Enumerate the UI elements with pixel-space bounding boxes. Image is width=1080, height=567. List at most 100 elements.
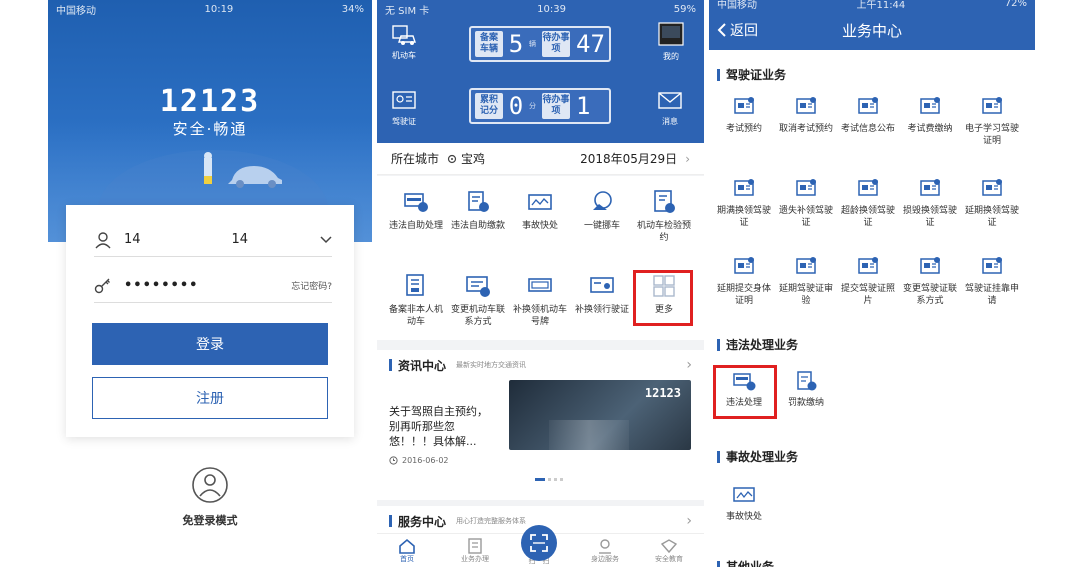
category-other: 其他业务	[717, 558, 774, 567]
fine-payment-icon	[794, 370, 818, 392]
license-item[interactable]: 延期提交身体证明	[713, 256, 775, 307]
violation-item-fine[interactable]: 罚款缴纳	[775, 370, 837, 409]
news-header[interactable]: 资讯中心 最新实时地方交通资讯 ›	[389, 350, 692, 380]
document-badge-icon	[980, 96, 1004, 118]
status-bar: 中国移动 10:19 34%	[48, 0, 372, 18]
item-label: 遗失补领驾驶证	[778, 206, 833, 228]
document-badge-icon	[856, 96, 880, 118]
register-button[interactable]: 注册	[92, 377, 328, 419]
news-image[interactable]: 12123	[509, 380, 691, 450]
section-bar	[717, 450, 720, 463]
vehicle-count-value: 5	[508, 30, 524, 58]
chevron-down-icon[interactable]	[320, 235, 332, 244]
item-label: 考试预约	[725, 124, 762, 134]
service-item-contact[interactable]: 变更机动车联系方式	[447, 274, 509, 328]
service-item-driving-permit[interactable]: 补换领行驶证	[571, 274, 633, 316]
username-field[interactable]: 14 14	[94, 223, 332, 257]
more-highlight-box	[633, 270, 693, 326]
chevron-right-icon[interactable]: ›	[685, 152, 690, 166]
tab-home[interactable]: 首页	[387, 538, 427, 564]
tab-label: 安全教育	[655, 555, 683, 563]
username-value[interactable]: 14 14	[124, 232, 248, 247]
service-item-violation[interactable]: 违法自助处理	[385, 190, 447, 232]
home-icon	[398, 538, 416, 554]
side-license[interactable]: 驾驶证	[391, 90, 417, 127]
license-item[interactable]: 考试费缴纳	[899, 96, 961, 135]
service-item-move-car[interactable]: 一键挪车	[571, 190, 633, 232]
tab-nearby[interactable]: 身边服务	[585, 538, 625, 564]
item-label: 电子学习驾驶证明	[964, 124, 1019, 146]
license-item[interactable]: 超龄换领驾驶证	[837, 178, 899, 229]
item-label: 变更驾驶证联系方式	[902, 284, 957, 306]
category-license: 驾驶证业务	[717, 66, 786, 83]
tab-business[interactable]: 业务办理	[455, 538, 495, 564]
carrier-label: 无 SIM 卡	[385, 5, 430, 17]
side-profile[interactable]: 我的	[657, 22, 685, 62]
license-item[interactable]: 考试信息公布	[837, 96, 899, 135]
news-date: 2016-06-02	[402, 456, 449, 465]
license-pending-label: 待办事项	[542, 93, 570, 119]
service-item-accident[interactable]: 事故快处	[509, 190, 571, 232]
user-icon	[94, 231, 112, 249]
home-screen: 无 SIM 卡 10:39 59% 机动车 驾驶证 我的 消息 备案车辆 5 辆…	[377, 0, 704, 567]
license-item[interactable]: 延期换领驾驶证	[961, 178, 1023, 229]
guest-mode-button[interactable]: 免登录模式	[48, 466, 372, 528]
service-item-plate[interactable]: 补换领机动车号牌	[509, 274, 571, 328]
license-item[interactable]: 电子学习驾驶证明	[961, 96, 1023, 147]
city-value[interactable]: 宝鸡	[461, 150, 485, 167]
document-badge-icon	[856, 256, 880, 278]
status-bar: 无 SIM 卡 10:39 59%	[377, 0, 704, 18]
license-item[interactable]: 变更驾驶证联系方式	[899, 256, 961, 307]
service-item-inspection[interactable]: 机动车检验预约	[633, 190, 695, 244]
service-label: 补换领机动车号牌	[512, 305, 567, 327]
category-title: 驾驶证业务	[726, 68, 787, 82]
key-icon	[94, 277, 112, 295]
vehicle-pending-value: 47	[576, 30, 605, 58]
license-pending-value: 1	[576, 92, 591, 120]
city-row[interactable]: 所在城市 宝鸡 2018年05月29日 ›	[377, 143, 704, 175]
location-icon	[447, 154, 457, 164]
category-title: 其他业务	[726, 560, 775, 567]
section-bar	[389, 359, 392, 371]
license-item[interactable]: 期满换领驾驶证	[713, 178, 775, 229]
license-item[interactable]: 提交驾驶证照片	[837, 256, 899, 307]
license-item[interactable]: 延期驾驶证审验	[775, 256, 837, 307]
item-label: 考试信息公布	[840, 124, 895, 134]
login-card: 14 14 •••••••• 忘记密码? 登录 注册	[66, 205, 354, 437]
service-item-register-car[interactable]: 备案非本人机动车	[385, 274, 447, 328]
password-field[interactable]: •••••••• 忘记密码?	[94, 269, 332, 303]
news-item[interactable]: 关于驾照自主预约，别再听那些忽悠！！！具体解... 2016-06-02 121…	[389, 380, 692, 490]
document-badge-icon	[732, 178, 756, 200]
tab-safety[interactable]: 安全教育	[649, 538, 689, 564]
license-item[interactable]: 取消考试预约	[775, 96, 837, 135]
license-item[interactable]: 驾驶证挂靠申请	[961, 256, 1023, 307]
service-item-payment[interactable]: 违法自助缴款	[447, 190, 509, 232]
license-item[interactable]: 损毁换领驾驶证	[899, 178, 961, 229]
side-messages[interactable]: 消息	[657, 90, 683, 127]
password-value[interactable]: ••••••••	[124, 278, 198, 293]
vehicle-counter[interactable]: 备案车辆 5 辆 待办事项 47	[469, 26, 611, 62]
chevron-right-icon[interactable]: ›	[686, 513, 692, 529]
service-center-title: 服务中心	[398, 514, 447, 529]
side-vehicle[interactable]: 机动车	[391, 24, 417, 61]
service-label: 一键挪车	[583, 221, 620, 231]
forgot-password-link[interactable]: 忘记密码?	[291, 279, 332, 292]
document-badge-icon	[918, 96, 942, 118]
license-counter[interactable]: 累积记分 0 分 待办事项 1	[469, 88, 611, 124]
document-badge-icon	[918, 256, 942, 278]
profile-icon	[657, 22, 685, 48]
move-car-icon	[589, 190, 615, 214]
nav-bar: 中国移动 上午11:44 72% 返回 业务中心	[709, 0, 1035, 50]
home-header: 无 SIM 卡 10:39 59% 机动车 驾驶证 我的 消息 备案车辆 5 辆…	[377, 0, 704, 143]
business-screen: 中国移动 上午11:44 72% 返回 业务中心 驾驶证业务 考试预约 取消考试预…	[709, 0, 1035, 567]
service-label: 违法自助缴款	[450, 221, 505, 231]
chevron-right-icon[interactable]: ›	[686, 357, 692, 373]
scan-button[interactable]	[521, 525, 557, 561]
scan-icon	[529, 533, 549, 553]
item-label: 提交驾驶证照片	[840, 284, 895, 306]
license-item[interactable]: 遗失补领驾驶证	[775, 178, 837, 229]
license-item[interactable]: 考试预约	[713, 96, 775, 135]
accident-item-quick[interactable]: 事故快处	[713, 484, 775, 523]
login-button[interactable]: 登录	[92, 323, 328, 365]
document-badge-icon	[980, 178, 1004, 200]
